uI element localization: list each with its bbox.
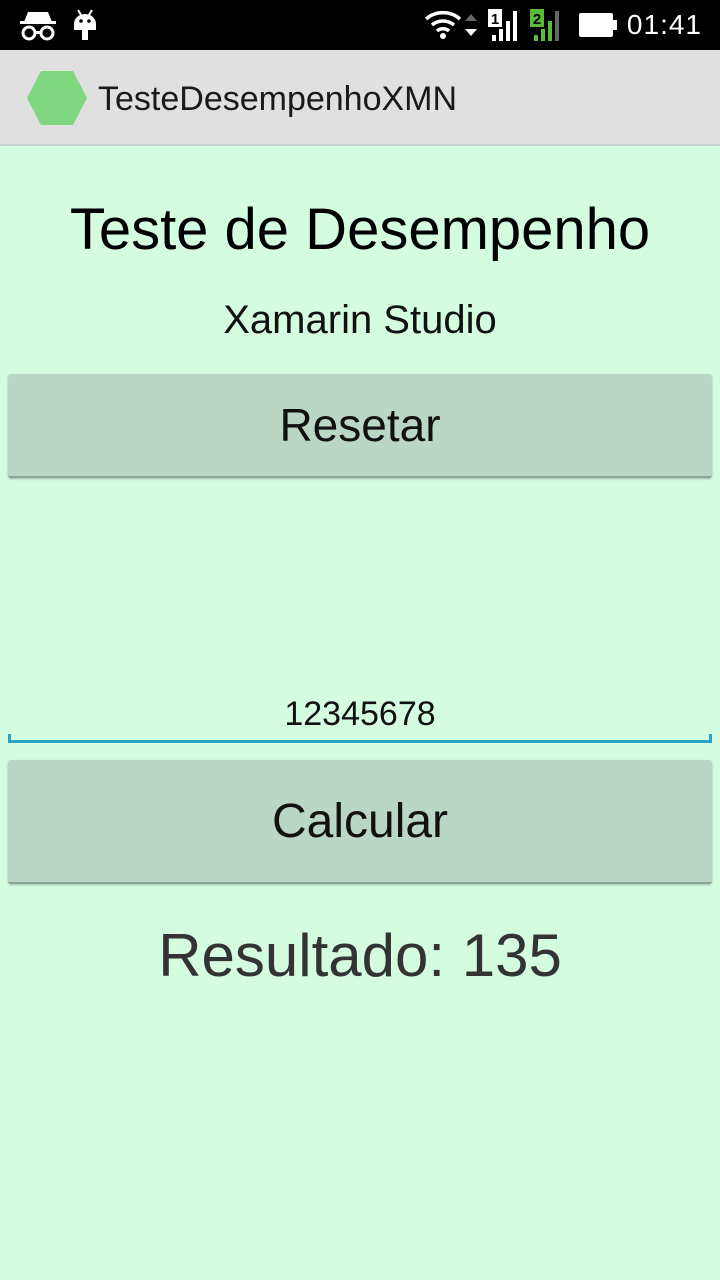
input-underline (8, 740, 712, 743)
battery-icon (578, 0, 618, 50)
android-icon (72, 0, 98, 50)
signal-sim1-icon: 1 (486, 0, 520, 50)
app-hexagon-icon (26, 70, 88, 126)
incognito-icon (18, 0, 58, 50)
number-input[interactable] (8, 688, 712, 740)
status-bar: 1 2 01:41 (0, 0, 720, 50)
status-clock: 01:41 (626, 9, 702, 40)
reset-button[interactable]: Resetar (8, 374, 712, 478)
input-right-tick (709, 734, 712, 743)
sim1-label: 1 (491, 11, 499, 28)
page-title: Teste de Desempenho (69, 197, 651, 262)
action-bar: TesteDesempenhoXMN (0, 50, 720, 146)
calculate-button[interactable]: Calcular (8, 760, 712, 884)
result-text: Resultado: 135 (158, 922, 562, 989)
signal-sim2-icon: 2 (528, 0, 566, 50)
wifi-icon (424, 0, 462, 50)
app-title: TesteDesempenhoXMN (98, 80, 458, 118)
data-arrows-icon (464, 0, 478, 50)
input-left-tick (8, 734, 11, 743)
sim2-label: 2 (533, 11, 541, 28)
page-subtitle: Xamarin Studio (223, 298, 497, 342)
